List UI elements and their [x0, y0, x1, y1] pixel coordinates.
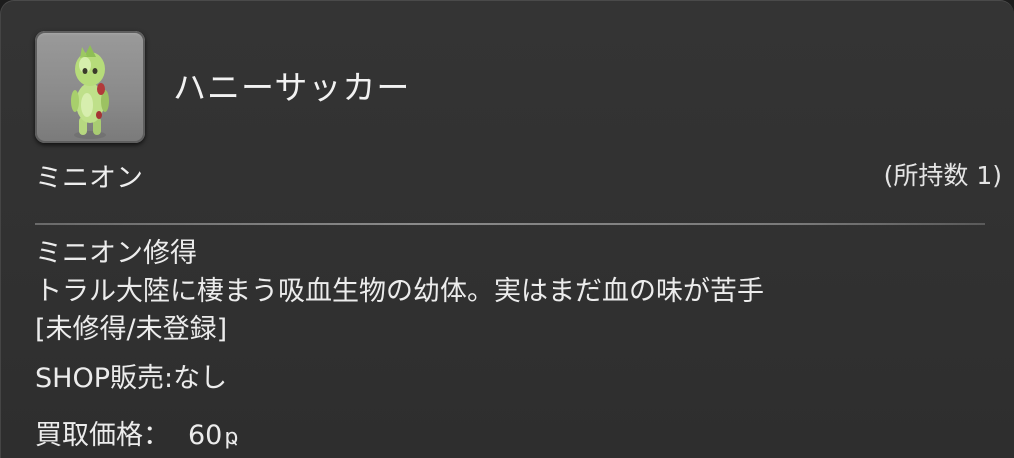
item-name: ハニーサッカー [173, 68, 411, 107]
item-tooltip: ハニーサッカー ミニオン (所持数 1) ミニオン修得 トラル大陸に棲まう吸血生… [0, 0, 1014, 458]
item-category: ミニオン [35, 163, 143, 194]
shop-availability: SHOP販売:なし [35, 363, 228, 394]
gil-icon: ҏ [224, 425, 239, 450]
sell-price-value: 60 [188, 420, 223, 451]
item-action: ミニオン修得 [35, 238, 197, 269]
minion-icon [35, 31, 145, 143]
divider [35, 223, 985, 225]
sell-price-label: 買取価格： [35, 420, 170, 451]
owned-count: (所持数 1) [883, 161, 1002, 190]
item-description: トラル大陸に棲まう吸血生物の幼体。実はまだ血の味が苦手 [35, 276, 764, 307]
sell-price: 買取価格： 60ҏ [35, 413, 238, 452]
acquisition-status: [未修得/未登録] [35, 314, 228, 345]
